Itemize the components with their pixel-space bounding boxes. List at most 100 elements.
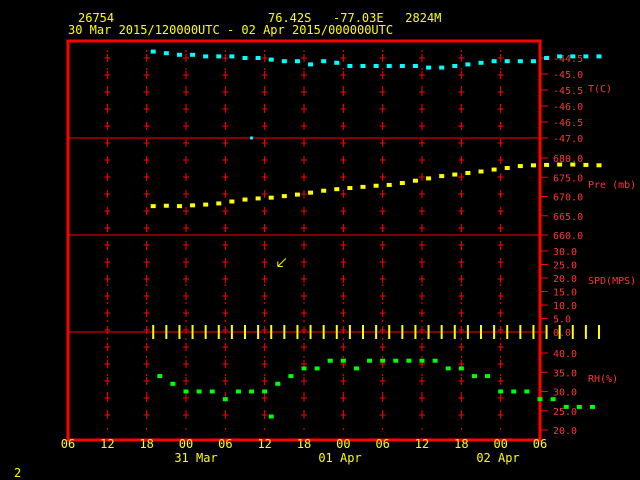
- y-tick-label: 675.0: [553, 173, 583, 184]
- y-tick-label: 670.0: [553, 193, 583, 204]
- temperature-point: [203, 54, 209, 59]
- pressure-point: [150, 204, 156, 209]
- y-tick-label: 0.0: [553, 328, 571, 339]
- humidity-point: [157, 374, 163, 379]
- x-tick-label: 18: [139, 437, 153, 451]
- temperature-point: [268, 57, 274, 62]
- y-axis-label: SPD(MPS): [588, 276, 636, 287]
- x-tick-label: 00: [493, 437, 507, 451]
- humidity-point: [275, 381, 281, 386]
- pressure-point: [308, 190, 314, 195]
- pressure-point: [596, 163, 602, 168]
- temperature-point: [163, 51, 169, 56]
- humidity-point: [340, 358, 346, 363]
- pressure-point: [491, 167, 497, 172]
- humidity-point: [353, 366, 359, 371]
- pressure-point: [347, 186, 353, 191]
- pressure-point: [281, 194, 287, 199]
- humidity-point: [209, 389, 215, 394]
- pressure-point: [426, 176, 432, 181]
- pressure-point: [504, 166, 510, 171]
- pressure-point: [360, 184, 366, 189]
- temperature-point: [386, 64, 392, 68]
- y-tick-label: -47.0: [553, 134, 583, 145]
- humidity-point: [563, 404, 569, 409]
- temperature-point: [544, 56, 550, 60]
- y-tick-label: 40.0: [553, 349, 577, 360]
- y-tick-label: -45.5: [553, 86, 583, 97]
- humidity-point: [537, 397, 543, 402]
- humidity-point: [419, 358, 425, 363]
- pressure-point: [216, 201, 222, 206]
- pressure-point: [386, 182, 392, 187]
- pressure-point: [203, 202, 209, 207]
- pressure-point: [321, 188, 327, 193]
- humidity-point: [550, 397, 556, 402]
- temperature-point: [229, 54, 235, 59]
- temperature-point: [216, 54, 222, 59]
- humidity-point: [314, 366, 320, 371]
- pressure-point: [557, 162, 563, 167]
- temperature-point: [176, 52, 182, 57]
- temperature-point: [373, 64, 379, 68]
- y-tick-label: -46.0: [553, 102, 583, 113]
- x-day-label: 31 Mar: [174, 451, 217, 465]
- y-axis-label: T(C): [588, 84, 612, 95]
- humidity-point: [170, 381, 176, 386]
- x-tick-label: 00: [179, 437, 193, 451]
- humidity-point: [524, 389, 530, 394]
- temperature-point: [255, 56, 261, 60]
- pressure-point: [570, 162, 576, 167]
- x-tick-label: 06: [61, 437, 75, 451]
- temperature-point: [570, 54, 576, 59]
- humidity-point: [327, 358, 333, 363]
- humidity-point: [393, 358, 399, 363]
- x-day-label: 02 Apr: [476, 451, 519, 465]
- temperature-point: [308, 62, 314, 67]
- humidity-point: [268, 414, 274, 419]
- pressure-point: [412, 178, 418, 183]
- temperature-point: [530, 59, 536, 64]
- humidity-point: [445, 366, 451, 371]
- humidity-point: [301, 366, 307, 371]
- pressure-point: [242, 197, 248, 202]
- humidity-point: [235, 389, 241, 394]
- humidity-point: [183, 389, 189, 394]
- pressure-point: [334, 187, 340, 192]
- meteogram: 06 12 18 00 06 12 18 00 06 12 18 00 0631 Mar 01 Apr 02…: [61, 39, 636, 465]
- pressure-point: [452, 172, 458, 177]
- x-tick-label: 00: [336, 437, 350, 451]
- pressure-point: [176, 204, 182, 209]
- temperature-point: [557, 54, 563, 59]
- temperature-point: [412, 64, 418, 68]
- y-tick-label: 25.0: [553, 261, 577, 272]
- humidity-point: [380, 358, 386, 363]
- x-tick-label: 06: [533, 437, 547, 451]
- temperature-point: [150, 49, 156, 54]
- y-tick-label: 660.0: [553, 231, 583, 242]
- pressure-point: [294, 192, 300, 197]
- humidity-point: [458, 366, 464, 371]
- y-tick-label: 35.0: [553, 368, 577, 379]
- pressure-point: [478, 169, 484, 174]
- humidity-point: [406, 358, 412, 363]
- temperature-point: [439, 65, 445, 70]
- pressure-point: [268, 195, 274, 200]
- y-tick-label: 30.0: [553, 247, 577, 258]
- pressure-point: [465, 171, 471, 176]
- y-axis-label: RH(%): [588, 374, 618, 385]
- humidity-point: [262, 389, 268, 394]
- x-tick-label: 18: [454, 437, 468, 451]
- humidity-point: [485, 374, 491, 379]
- y-tick-label: 20.0: [553, 274, 577, 285]
- pressure-point: [517, 164, 523, 169]
- wind-arrow: [277, 258, 287, 267]
- temperature-point: [281, 59, 287, 64]
- temperature-point: [465, 62, 471, 67]
- temperature-point: [334, 60, 340, 65]
- x-tick-label: 12: [100, 437, 114, 451]
- temperature-point: [583, 54, 589, 59]
- temperature-outlier: [250, 136, 254, 140]
- x-tick-label: 06: [375, 437, 389, 451]
- temperature-point: [242, 56, 248, 60]
